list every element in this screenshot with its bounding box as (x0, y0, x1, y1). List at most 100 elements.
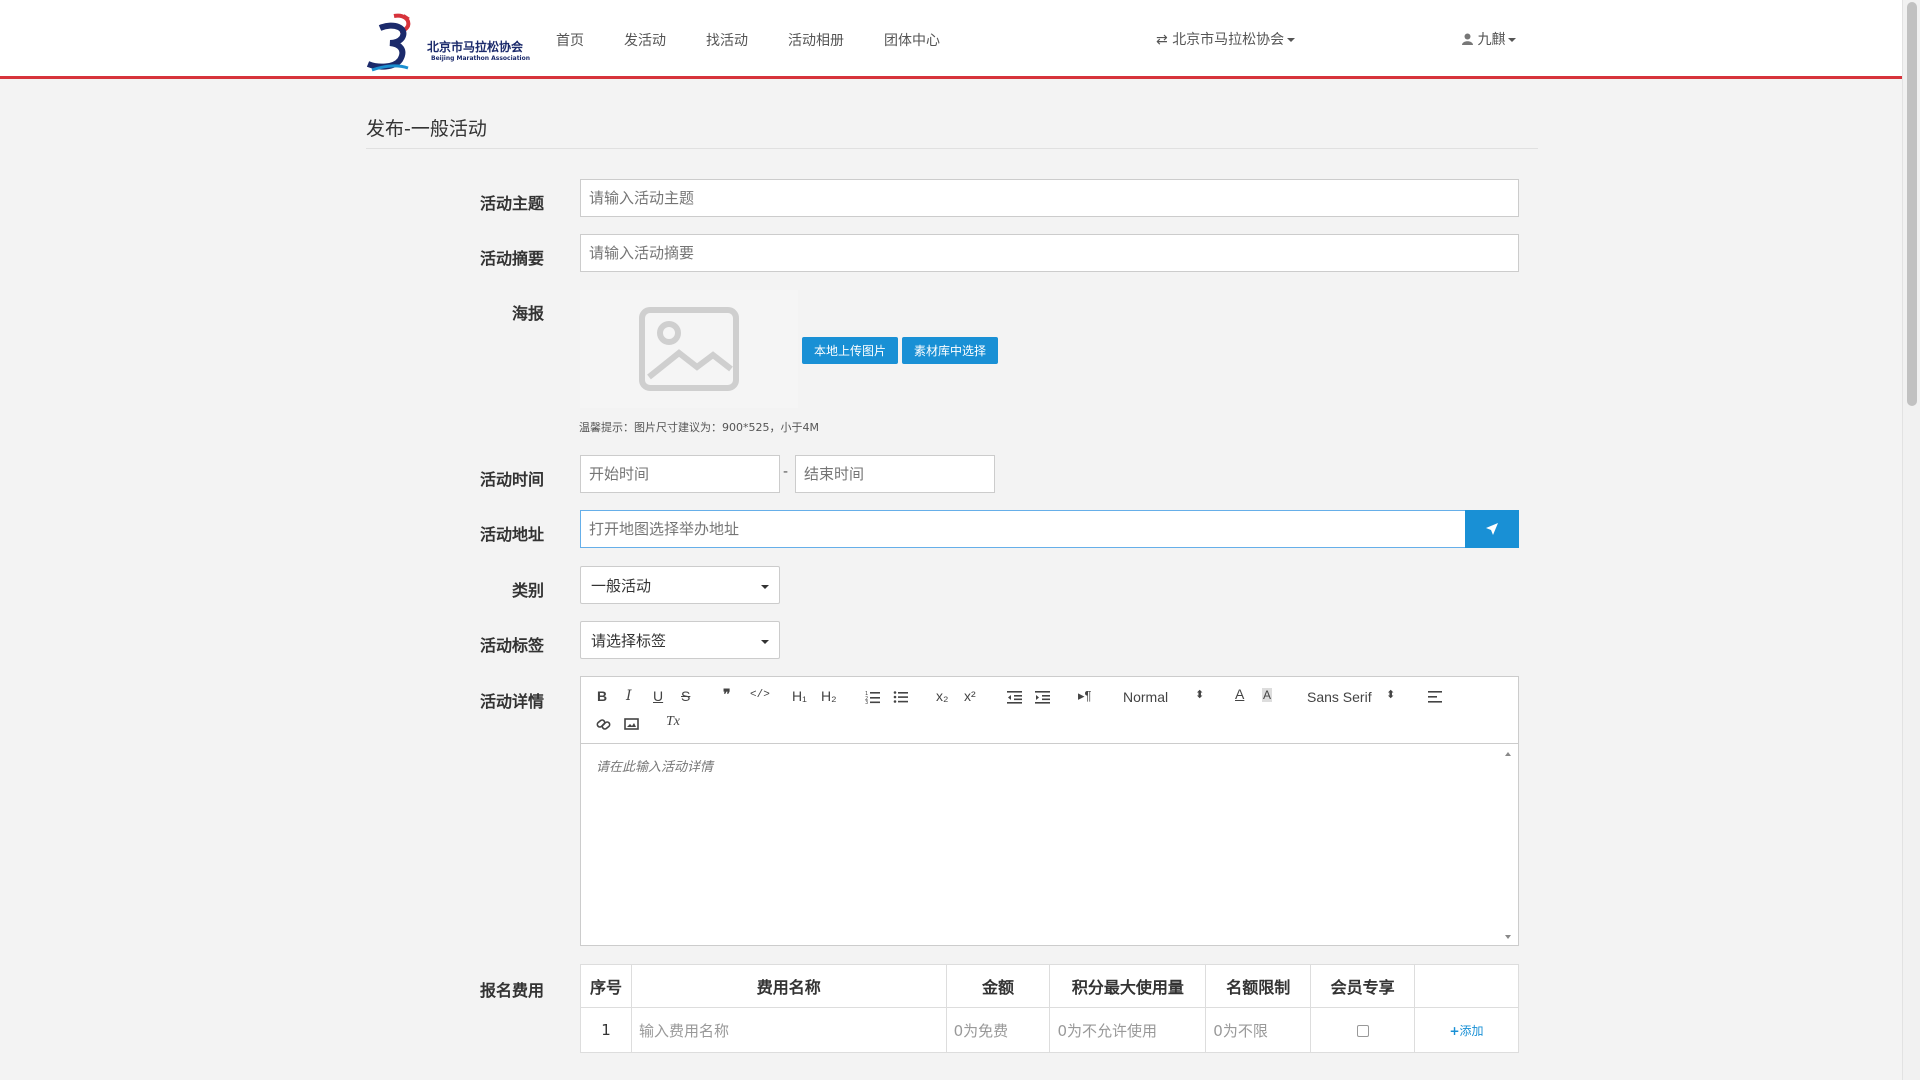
align-left-icon[interactable] (1428, 691, 1444, 703)
page-scrollbar[interactable] (1902, 0, 1920, 1080)
member-only-cell (1310, 1007, 1416, 1053)
tags-value: 请选择标签 (591, 631, 667, 650)
clear-format-button[interactable]: Tx (666, 714, 680, 730)
fee-label: 报名费用 (479, 981, 544, 1000)
user-name: 九麒 (1477, 32, 1506, 48)
superscript-button[interactable]: x² (964, 688, 976, 704)
divider (366, 148, 1538, 149)
add-fee-link[interactable]: +添加 (1449, 1024, 1483, 1038)
details-label: 活动详情 (479, 692, 544, 711)
poster-hint: 温馨提示：图片尺寸建议为：900*525，小于4M (579, 421, 819, 434)
upload-local-button[interactable]: 本地上传图片 (802, 337, 898, 364)
nav-activity-album[interactable]: 活动相册 (788, 30, 844, 50)
top-header: 北京市马拉松协会 Beijing Marathon Association 首页… (0, 0, 1902, 79)
topic-input[interactable] (580, 179, 1519, 217)
subscript-button[interactable]: x₂ (936, 688, 948, 704)
editor-placeholder: 请在此输入活动详情 (596, 760, 714, 775)
fee-points-input[interactable]: 0为不允许使用 (1049, 1007, 1207, 1053)
font-family-select[interactable]: Sans Serif (1307, 689, 1372, 705)
link-icon[interactable] (596, 717, 612, 731)
blockquote-button[interactable]: ❞ (723, 687, 731, 703)
tags-select[interactable]: 请选择标签 (580, 621, 780, 659)
category-select[interactable]: 一般活动 (580, 566, 780, 604)
address-input[interactable] (580, 510, 1466, 548)
user-menu[interactable]: 九麒 (1462, 29, 1517, 49)
column-header-action (1414, 964, 1519, 1008)
address-label: 活动地址 (479, 525, 544, 544)
bold-button[interactable]: B (597, 688, 607, 704)
nav-home[interactable]: 首页 (556, 30, 584, 50)
page-title: 发布-一般活动 (366, 118, 487, 140)
user-icon (1462, 33, 1473, 45)
nav-publish-activity[interactable]: 发活动 (624, 30, 666, 50)
heading1-button[interactable]: H₁ (792, 688, 807, 704)
scrollbar-thumb[interactable] (1907, 2, 1917, 406)
image-icon[interactable] (624, 718, 640, 731)
column-header-quota: 名额限制 (1205, 964, 1312, 1008)
font-size-select[interactable]: Normal (1123, 689, 1168, 705)
swap-icon: ⇄ (1156, 32, 1168, 48)
add-fee-label: 添加 (1459, 1024, 1484, 1038)
location-arrow-icon (1486, 523, 1498, 535)
table-row: 1 输入费用名称 0为免费 0为不允许使用 0为不限 +添加 (580, 1007, 1519, 1053)
underline-button[interactable]: U (653, 688, 663, 704)
plus-icon: + (1449, 1024, 1460, 1038)
poster-label: 海报 (511, 304, 544, 323)
logo-text-cn: 北京市马拉松协会 (427, 40, 524, 54)
column-header-amount: 金额 (945, 964, 1051, 1008)
add-fee-cell: +添加 (1414, 1007, 1519, 1053)
bullet-list-icon[interactable] (893, 690, 909, 704)
summary-input[interactable] (580, 234, 1519, 272)
time-separator: - (783, 464, 789, 480)
logo-icon (366, 13, 411, 72)
nav-find-activity[interactable]: 找活动 (706, 30, 748, 50)
summary-label: 活动摘要 (479, 249, 544, 268)
scroll-down-icon[interactable] (1505, 935, 1511, 939)
editor-scrollbar[interactable] (1500, 744, 1518, 945)
strike-button[interactable]: S (681, 688, 690, 704)
editor-toolbar: B I U S ❞ </> H₁ H₂ 1 2 3 x₂ x² ▸¶ Norma… (581, 677, 1518, 744)
start-time-input[interactable] (580, 455, 780, 493)
topic-label: 活动主题 (479, 194, 544, 213)
image-placeholder-icon (639, 307, 739, 391)
column-header-member: 会员专享 (1310, 964, 1416, 1008)
background-color-icon[interactable]: A (1262, 688, 1273, 702)
fee-quota-input[interactable]: 0为不限 (1205, 1007, 1312, 1053)
nav-group-center[interactable]: 团体中心 (884, 30, 940, 50)
chevron-down-icon (761, 640, 769, 644)
code-block-button[interactable]: </> (750, 689, 770, 701)
svg-text:3: 3 (865, 700, 868, 704)
fee-name-input[interactable]: 输入费用名称 (630, 1007, 947, 1053)
editor-content[interactable]: 请在此输入活动详情 (581, 744, 1501, 945)
scroll-up-icon[interactable] (1505, 752, 1511, 756)
category-value: 一般活动 (591, 576, 652, 595)
updown-icon: ⬍ (1386, 688, 1396, 701)
poster-preview (580, 290, 798, 408)
ordered-list-icon[interactable]: 1 2 3 (865, 690, 881, 704)
chevron-down-icon (761, 585, 769, 589)
text-direction-icon[interactable]: ▸¶ (1078, 688, 1092, 704)
chevron-down-icon (1287, 38, 1296, 42)
tags-label: 活动标签 (479, 636, 544, 655)
member-only-checkbox[interactable] (1356, 1024, 1369, 1037)
main-nav: 首页 发活动 找活动 活动相册 团体中心 (556, 30, 980, 50)
fee-row-index: 1 (580, 1007, 632, 1053)
indent-icon[interactable] (1035, 690, 1051, 704)
text-color-icon[interactable]: A (1235, 686, 1244, 702)
updown-icon: ⬍ (1195, 688, 1205, 701)
chevron-down-icon (1508, 38, 1517, 42)
map-locate-button[interactable] (1465, 510, 1519, 548)
heading2-button[interactable]: H₂ (821, 688, 837, 704)
italic-button[interactable]: I (626, 688, 632, 704)
org-switch-label: 北京市马拉松协会 (1172, 32, 1285, 48)
logo-text-en: Beijing Marathon Association (431, 55, 531, 62)
fee-amount-input[interactable]: 0为免费 (945, 1007, 1051, 1053)
library-select-button[interactable]: 素材库中选择 (902, 337, 998, 364)
category-label: 类别 (511, 581, 544, 600)
org-switch-menu[interactable]: ⇄ 北京市马拉松协会 (1156, 29, 1296, 49)
rich-text-editor: B I U S ❞ </> H₁ H₂ 1 2 3 x₂ x² ▸¶ Norma… (580, 676, 1519, 946)
logo[interactable]: 北京市马拉松协会 Beijing Marathon Association (364, 10, 530, 72)
time-label: 活动时间 (479, 470, 544, 489)
outdent-icon[interactable] (1007, 690, 1023, 704)
end-time-input[interactable] (795, 455, 995, 493)
